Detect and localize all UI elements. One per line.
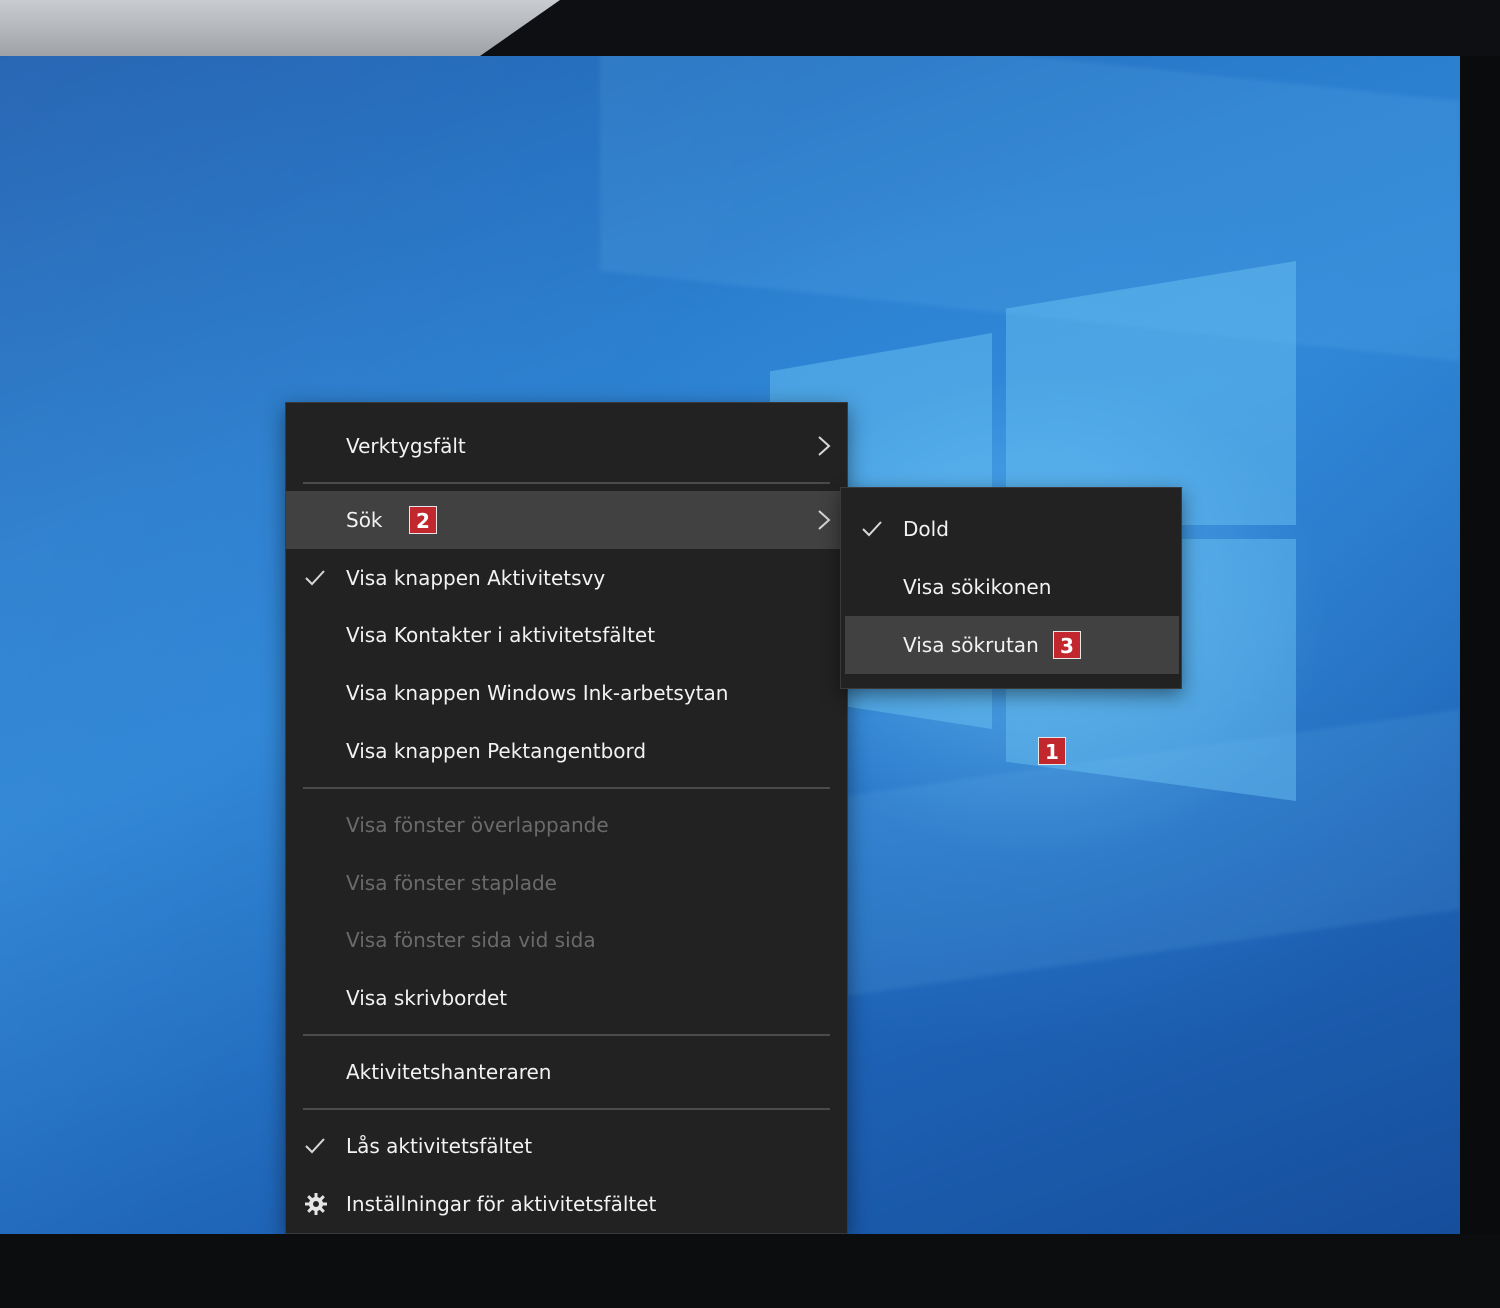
checkmark-icon: [305, 570, 325, 586]
monitor-bezel-bottom: [0, 1234, 1500, 1308]
menu-item-task-manager[interactable]: Aktivitetshanteraren: [286, 1043, 847, 1101]
menu-separator: [303, 787, 830, 789]
submenu-item-show-search-box[interactable]: Visa sökrutan 3: [845, 616, 1179, 674]
chevron-right-icon: [818, 436, 831, 456]
logo-pane: [1006, 261, 1296, 525]
menu-item-touch-keyboard[interactable]: Visa knappen Pektangentbord: [286, 722, 847, 780]
menu-item-search[interactable]: Sök 2: [286, 491, 847, 549]
menu-item-windows-ink[interactable]: Visa knappen Windows Ink-arbetsytan: [286, 664, 847, 722]
menu-item-lock-taskbar[interactable]: Lås aktivitetsfältet: [286, 1117, 847, 1175]
submenu-item-label: Dold: [903, 517, 949, 541]
annotation-badge-3: 3: [1053, 631, 1081, 659]
submenu-item-hidden[interactable]: Dold: [845, 500, 1179, 558]
menu-item-label: Inställningar för aktivitetsfältet: [346, 1192, 657, 1216]
menu-item-label: Sök: [346, 508, 383, 532]
menu-item-label: Visa fönster sida vid sida: [346, 928, 596, 952]
menu-item-label: Aktivitetshanteraren: [346, 1060, 552, 1084]
menu-item-label: Verktygsfält: [346, 434, 466, 458]
search-submenu: Dold Visa sökikonen Visa sökrutan 3: [840, 487, 1182, 689]
menu-item-task-view[interactable]: Visa knappen Aktivitetsvy: [286, 549, 847, 607]
menu-separator: [303, 482, 830, 484]
menu-item-label: Visa fönster staplade: [346, 871, 557, 895]
menu-separator: [303, 1108, 830, 1110]
menu-item-cascade-windows: Visa fönster överlappande: [286, 796, 847, 854]
menu-item-label: Visa skrivbordet: [346, 986, 508, 1010]
monitor-bezel-right: [1460, 56, 1500, 1234]
menu-item-label: Visa knappen Pektangentbord: [346, 739, 647, 763]
submenu-item-label: Visa sökikonen: [903, 575, 1052, 599]
menu-item-taskbar-settings[interactable]: Inställningar för aktivitetsfältet: [286, 1175, 847, 1233]
chevron-right-icon: [818, 510, 831, 530]
menu-item-label: Visa knappen Windows Ink-arbetsytan: [346, 681, 729, 705]
annotation-badge-1: 1: [1038, 737, 1066, 765]
menu-item-label: Visa knappen Aktivitetsvy: [346, 566, 606, 590]
gear-icon: [305, 1193, 327, 1215]
annotation-badge-2: 2: [409, 506, 437, 534]
menu-item-toolbars[interactable]: Verktygsfält: [286, 417, 847, 475]
menu-item-label: Visa Kontakter i aktivitetsfältet: [346, 623, 656, 647]
menu-item-label: Visa fönster överlappande: [346, 813, 609, 837]
taskbar-context-menu: Verktygsfält Sök 2 Visa knappen Aktivite…: [285, 402, 848, 1234]
menu-item-side-by-side: Visa fönster sida vid sida: [286, 911, 847, 969]
menu-separator: [303, 1034, 830, 1036]
menu-item-show-desktop[interactable]: Visa skrivbordet: [286, 969, 847, 1027]
menu-item-contacts[interactable]: Visa Kontakter i aktivitetsfältet: [286, 606, 847, 664]
menu-item-stack-windows: Visa fönster staplade: [286, 854, 847, 912]
monitor-bezel-glare: [0, 0, 560, 56]
checkmark-icon: [305, 1138, 325, 1154]
checkmark-icon: [862, 521, 882, 537]
submenu-item-show-search-icon[interactable]: Visa sökikonen: [845, 558, 1179, 616]
menu-item-label: Lås aktivitetsfältet: [346, 1134, 533, 1158]
submenu-item-label: Visa sökrutan: [903, 633, 1039, 657]
